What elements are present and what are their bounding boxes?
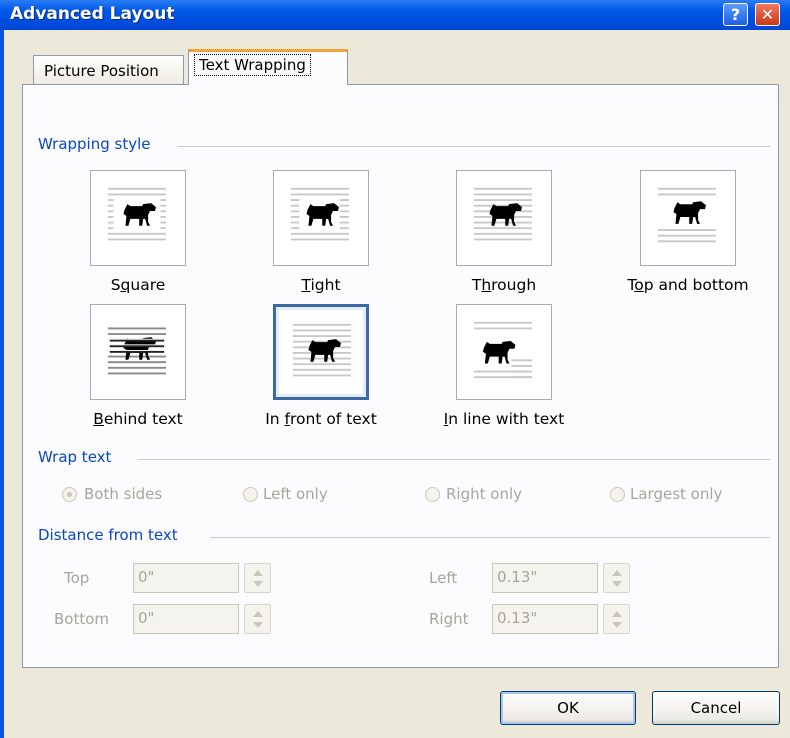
- top-spinner[interactable]: [244, 563, 271, 593]
- wrapping-style-heading: Wrapping style: [38, 135, 151, 153]
- title-bar[interactable]: Advanced Layout ? ✕: [0, 0, 790, 30]
- left-spinner[interactable]: [603, 563, 630, 593]
- bottom-input[interactable]: 0": [133, 604, 239, 634]
- label-text: T: [471, 276, 482, 294]
- radio-both-sides[interactable]: [62, 487, 77, 502]
- label-text: ight: [310, 276, 341, 294]
- label-text: S: [110, 276, 121, 294]
- label-text: ehind text: [103, 410, 183, 428]
- tab-picture-position[interactable]: Picture Position: [33, 55, 184, 85]
- wrap-topbottom-icon: [657, 187, 716, 243]
- wrap-front-icon: [292, 323, 351, 377]
- radio-left-only[interactable]: [243, 487, 258, 502]
- radio-right-only[interactable]: [425, 487, 440, 502]
- wrap-square-icon: [107, 187, 166, 241]
- dialog-title: Advanced Layout: [10, 4, 175, 24]
- wrap-option-inline-label: In line with text: [414, 410, 594, 428]
- wrap-option-front[interactable]: [273, 304, 369, 400]
- label-text: n line with text: [448, 410, 565, 428]
- label-text: uare: [130, 276, 166, 294]
- bottom-label: Bottom: [54, 610, 110, 628]
- label-text: rough: [491, 276, 537, 294]
- tab-picture-position-label: Picture Position: [44, 62, 159, 80]
- wrap-behind-icon: [107, 327, 166, 375]
- radio-both-sides-label: Both sides: [84, 485, 163, 503]
- right-spinner[interactable]: [603, 604, 630, 634]
- wrap-option-square[interactable]: [90, 170, 186, 266]
- wrap-option-square-label: Square: [48, 276, 228, 294]
- wrap-option-through-label: Through: [414, 276, 594, 294]
- dialog-window: Advanced Layout ? ✕ Picture Position Tex…: [0, 0, 790, 738]
- right-input[interactable]: 0.13": [492, 604, 598, 634]
- access-key: q: [120, 276, 131, 294]
- divider: [210, 537, 770, 538]
- divider: [178, 146, 770, 147]
- tab-text-wrapping[interactable]: Text Wrapping: [188, 49, 348, 85]
- ok-button[interactable]: OK: [500, 691, 636, 725]
- left-label: Left: [429, 569, 458, 587]
- access-key: o: [634, 276, 644, 294]
- radio-largest-only[interactable]: [610, 487, 625, 502]
- distance-heading: Distance from text: [38, 526, 178, 544]
- divider: [138, 459, 770, 460]
- wrap-tight-icon: [290, 187, 349, 241]
- wrap-through-icon: [473, 187, 532, 241]
- radio-largest-only-label: Largest only: [630, 485, 723, 503]
- wrap-option-inline[interactable]: [456, 304, 552, 400]
- wrap-option-through[interactable]: [456, 170, 552, 266]
- wrap-option-front-label: In front of text: [231, 410, 411, 428]
- wrap-option-behind-label: Behind text: [48, 410, 228, 428]
- close-button[interactable]: ✕: [755, 3, 780, 26]
- right-label: Right: [429, 610, 469, 628]
- access-key: h: [481, 276, 492, 294]
- radio-right-only-label: Right only: [446, 485, 522, 503]
- bottom-spinner[interactable]: [244, 604, 271, 634]
- top-label: Top: [64, 569, 90, 587]
- label-text: In: [265, 410, 285, 428]
- tab-text-wrapping-label: Text Wrapping: [194, 54, 311, 76]
- label-text: p and bottom: [643, 276, 749, 294]
- label-text: ront of text: [289, 410, 377, 428]
- wrap-text-heading: Wrap text: [38, 448, 112, 466]
- wrap-inline-icon: [473, 321, 532, 379]
- wrap-option-behind[interactable]: [90, 304, 186, 400]
- wrap-option-topbottom-label: Top and bottom: [598, 276, 778, 294]
- top-input[interactable]: 0": [133, 563, 239, 593]
- radio-left-only-label: Left only: [263, 485, 328, 503]
- wrap-option-tight-label: Tight: [231, 276, 411, 294]
- wrap-option-topbottom[interactable]: [640, 170, 736, 266]
- access-key: B: [93, 410, 104, 428]
- cancel-button[interactable]: Cancel: [652, 691, 780, 725]
- wrap-option-tight[interactable]: [273, 170, 369, 266]
- help-button[interactable]: ?: [723, 3, 748, 26]
- left-input[interactable]: 0.13": [492, 563, 598, 593]
